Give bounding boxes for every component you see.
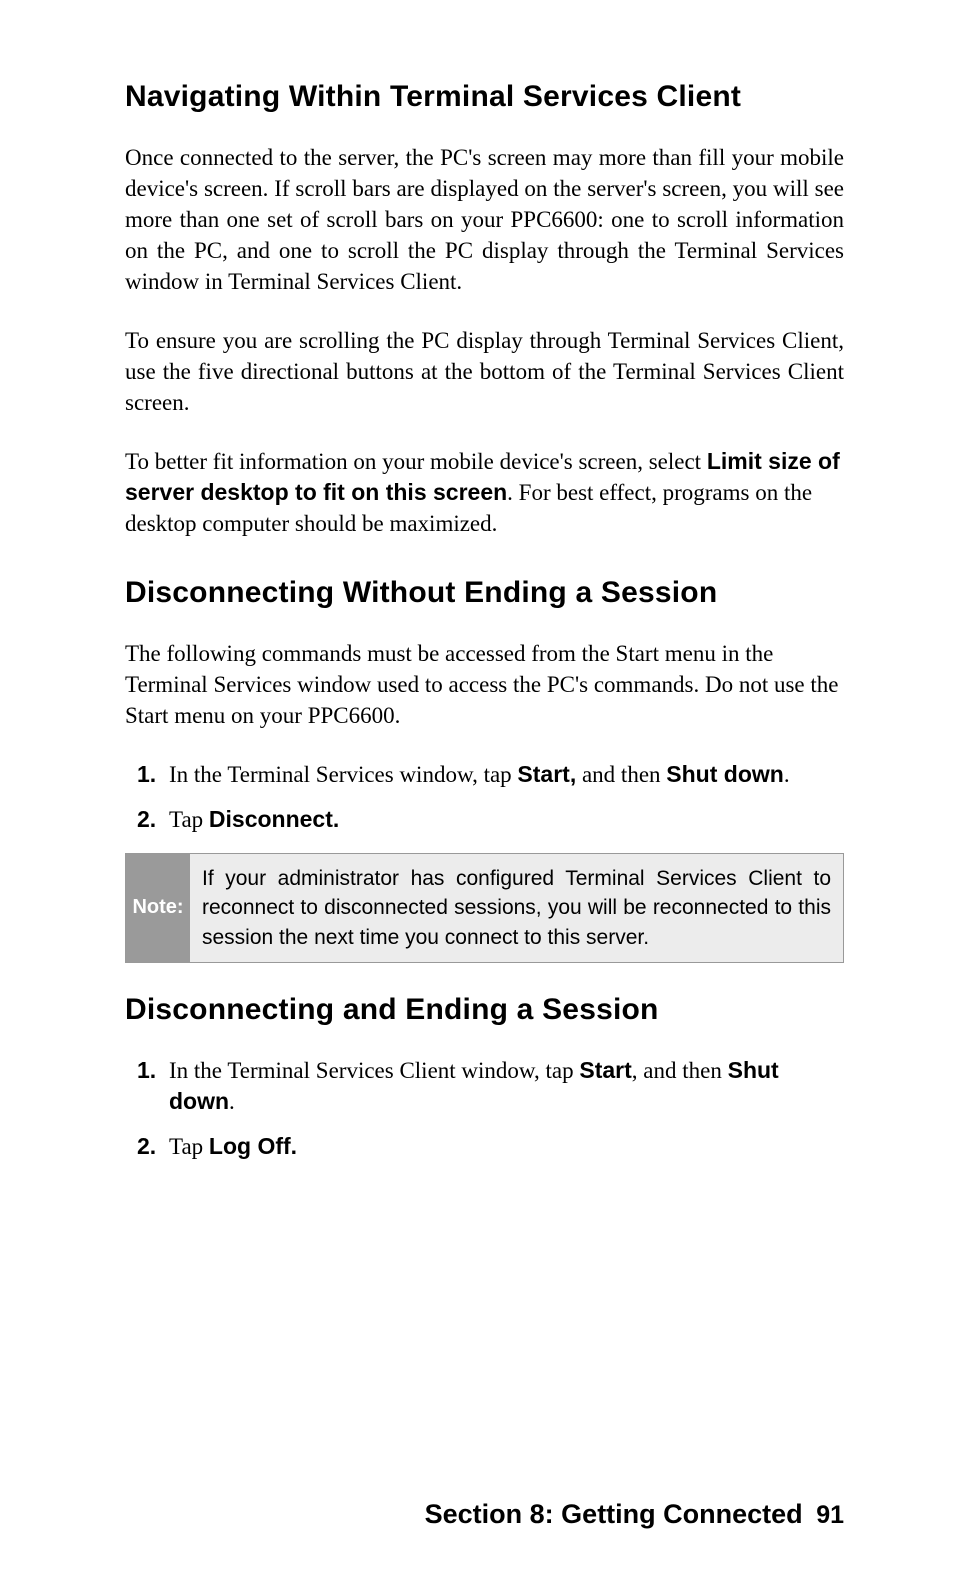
para-nav-2: To ensure you are scrolling the PC displ… — [125, 325, 844, 418]
label-start-1: Start, — [517, 761, 576, 787]
steps-disc-noend: In the Terminal Services window, tap Sta… — [125, 759, 844, 835]
frag-s2a: Tap — [169, 807, 209, 832]
heading-navigating: Navigating Within Terminal Services Clie… — [125, 80, 844, 114]
note-text: If your administrator has configured Ter… — [190, 854, 843, 962]
frag-e1a: In the Terminal Services Client window, … — [169, 1058, 579, 1083]
label-start-2: Start — [579, 1057, 631, 1083]
para-nav-3: To better fit information on your mobile… — [125, 446, 844, 539]
note-box: Note: If your administrator has configur… — [125, 853, 844, 963]
para-nav-1: Once connected to the server, the PC's s… — [125, 142, 844, 297]
step-disc-noend-2: Tap Disconnect. — [165, 804, 844, 835]
footer-page-number: 91 — [816, 1501, 844, 1529]
step-disc-noend-1: In the Terminal Services window, tap Sta… — [165, 759, 844, 790]
frag-s1a: In the Terminal Services window, tap — [169, 762, 517, 787]
label-logoff: Log Off. — [209, 1133, 297, 1159]
heading-disconnect-end: Disconnecting and Ending a Session — [125, 993, 844, 1027]
note-label: Note: — [126, 854, 190, 962]
label-shutdown-1: Shut down — [666, 761, 784, 787]
heading-disconnect-noend: Disconnecting Without Ending a Session — [125, 576, 844, 610]
page-footer: Section 8: Getting Connected 91 — [425, 1499, 844, 1530]
frag-e2a: Tap — [169, 1134, 209, 1159]
step-disc-end-1: In the Terminal Services Client window, … — [165, 1055, 844, 1117]
frag-e1c: , and then — [632, 1058, 728, 1083]
step-disc-end-2: Tap Log Off. — [165, 1131, 844, 1162]
footer-section-title: Section 8: Getting Connected — [425, 1499, 803, 1529]
frag-e1d: . — [229, 1089, 235, 1114]
label-disconnect: Disconnect. — [209, 806, 339, 832]
para-disc-noend-intro: The following commands must be accessed … — [125, 638, 844, 731]
steps-disc-end: In the Terminal Services Client window, … — [125, 1055, 844, 1162]
frag-s1d: . — [784, 762, 790, 787]
frag-s1c: and then — [576, 762, 666, 787]
para-nav-3a: To better fit information on your mobile… — [125, 449, 707, 474]
